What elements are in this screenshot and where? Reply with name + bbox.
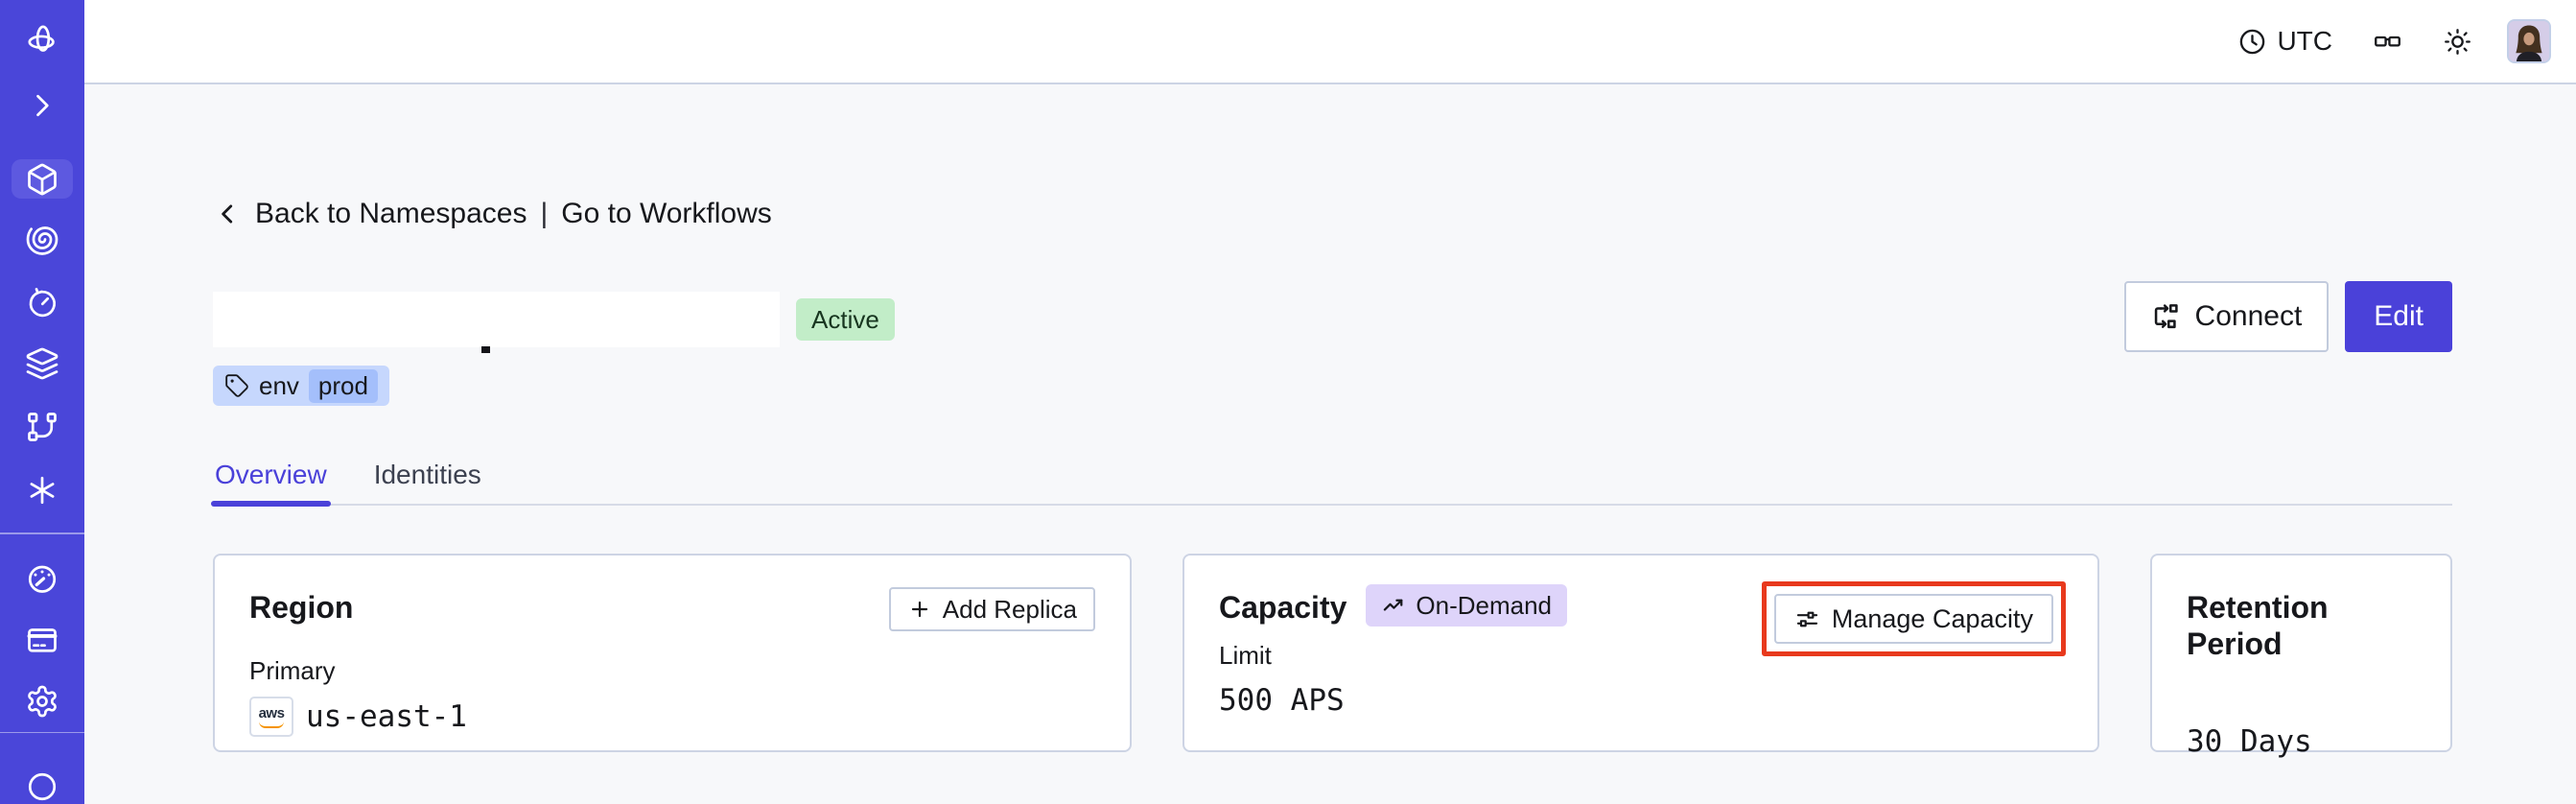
region-card: Region Add Replica Primary aws us-east-1 [213,554,1132,752]
breadcrumb: Back to Namespaces | Go to Workflows [213,198,2452,230]
add-replica-button[interactable]: Add Replica [888,587,1095,631]
app-window: UTC Back to Namespaces | Go to Workflows… [0,0,2576,804]
region-card-title: Region [249,590,354,625]
connect-button[interactable]: Connect [2123,281,2330,352]
main-content: Back to Namespaces | Go to Workflows Act… [84,86,2576,804]
on-demand-label: On-Demand [1416,590,1553,620]
sidebar-item-deployments[interactable] [25,410,59,444]
chevron-left-icon[interactable] [213,200,242,228]
sidebar-item-namespaces[interactable] [12,159,73,200]
sidebar-divider [0,731,84,733]
tab-identities[interactable]: Identities [372,460,483,504]
back-to-namespaces-link[interactable]: Back to Namespaces [255,198,527,230]
retention-card: Retention Period 30 Days [2150,554,2452,759]
on-demand-badge: On-Demand [1366,584,1568,627]
breadcrumb-separator: | [540,198,549,229]
timer-icon [29,288,56,318]
trending-up-icon [1384,599,1403,611]
sidebar-item-batch-operations[interactable] [25,346,59,381]
sidebar-item-billing[interactable] [25,623,59,657]
sun-icon[interactable] [2443,27,2472,57]
topbar: UTC [84,0,2576,84]
sidebar-divider [0,532,84,534]
glasses-icon[interactable] [2373,27,2402,57]
connect-flow-icon [2154,304,2178,329]
add-replica-label: Add Replica [942,594,1077,624]
namespace-name-redacted [213,292,780,347]
asterisk-icon [30,477,55,505]
branch-icon [28,413,57,442]
gear-icon [28,685,57,718]
sidebar-item-settings[interactable] [25,684,59,719]
retention-card-title: Retention Period [2187,590,2329,662]
retention-value: 30 Days [2187,723,2312,759]
go-to-workflows-link[interactable]: Go to Workflows [561,198,772,230]
sidebar-expand-button[interactable] [25,88,59,123]
capacity-card-title: Capacity [1219,590,1347,626]
region-value: us-east-1 [306,699,467,734]
sidebar-item-nexus[interactable] [25,473,59,508]
env-tag[interactable]: env prod [213,366,389,406]
credit-card-icon [27,627,58,652]
sidebar [0,0,84,804]
summary-cards: Region Add Replica Primary aws us-east-1 [213,554,2452,759]
avatar[interactable] [2507,19,2551,63]
timezone-selector[interactable]: UTC [2237,26,2332,57]
spiral-icon [26,226,59,256]
primary-region-row: aws us-east-1 [249,697,1095,737]
gauge-icon [28,565,57,593]
connect-button-label: Connect [2194,300,2303,332]
aws-logo-icon: aws [249,697,293,737]
sidebar-item-workflows[interactable] [25,224,59,258]
sidebar-item-account[interactable] [25,769,59,804]
header-actions: Connect Edit [2123,281,2452,352]
manage-capacity-button[interactable]: Manage Capacity [1773,594,2053,644]
tag-icon [225,374,248,397]
primary-label: Primary [249,656,336,685]
tab-bar: Overview Identities [211,460,2452,507]
layers-icon [26,348,59,380]
tag-row: env prod [213,366,2452,406]
cube-icon [28,163,57,196]
sidebar-item-usage[interactable] [25,561,59,596]
redaction-artifact [481,346,490,353]
capacity-card: Capacity On-Demand Manage Capacity Limit… [1183,554,2099,752]
namespace-title-group: Active [213,281,895,353]
temporal-logo-icon[interactable] [25,23,59,58]
tag-key: env [259,370,299,400]
namespace-header: Active Connect Edit [213,281,2452,353]
edit-button[interactable]: Edit [2345,281,2452,352]
annotation-highlight: Manage Capacity [1761,581,2066,656]
clock-icon [2240,29,2265,54]
tab-overview[interactable]: Overview [211,460,331,507]
sidebar-item-schedules[interactable] [25,285,59,319]
manage-capacity-label: Manage Capacity [1831,603,2033,633]
sliders-icon [1796,611,1818,627]
plus-icon [911,601,927,618]
timezone-label: UTC [2277,26,2332,56]
tag-value: prod [308,368,378,403]
status-badge: Active [796,298,895,341]
circle-icon [28,772,57,801]
limit-value: 500 APS [1219,683,1345,718]
